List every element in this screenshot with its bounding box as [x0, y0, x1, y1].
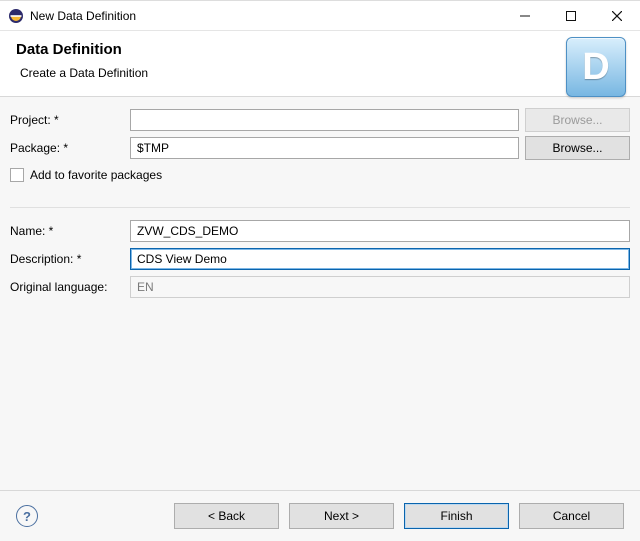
data-definition-icon: D: [566, 37, 626, 97]
footer: ? < Back Next > Finish Cancel: [0, 491, 640, 541]
original-language-input: [130, 276, 630, 298]
row-project: Project: * Browse...: [10, 107, 630, 133]
row-package: Package: * Browse...: [10, 135, 630, 161]
page-title: Data Definition: [16, 41, 624, 58]
wizard-header: Data Definition Create a Data Definition…: [0, 31, 640, 96]
row-description: Description: *: [10, 246, 630, 272]
dialog-window: New Data Definition Data Definition Crea…: [0, 0, 640, 541]
next-button[interactable]: Next >: [289, 503, 394, 529]
package-input[interactable]: [130, 137, 519, 159]
help-icon[interactable]: ?: [16, 505, 38, 527]
form-area: Project: * Browse... Package: * Browse..…: [0, 96, 640, 491]
eclipse-icon: [8, 8, 24, 24]
description-label: Description: *: [10, 252, 130, 266]
original-language-label: Original language:: [10, 280, 130, 294]
row-name: Name: *: [10, 218, 630, 244]
group-location: Project: * Browse... Package: * Browse..…: [10, 105, 630, 193]
back-button[interactable]: < Back: [174, 503, 279, 529]
package-browse-button[interactable]: Browse...: [525, 136, 630, 160]
divider: [10, 207, 630, 208]
page-subtitle: Create a Data Definition: [20, 66, 624, 80]
titlebar: New Data Definition: [0, 1, 640, 31]
finish-button[interactable]: Finish: [404, 503, 509, 529]
maximize-button[interactable]: [548, 1, 594, 31]
project-label: Project: *: [10, 113, 130, 127]
project-browse-button: Browse...: [525, 108, 630, 132]
favorite-label: Add to favorite packages: [30, 168, 162, 182]
row-original-language: Original language:: [10, 274, 630, 300]
close-button[interactable]: [594, 1, 640, 31]
favorite-checkbox[interactable]: [10, 168, 24, 182]
group-definition: Name: * Description: * Original language…: [10, 216, 630, 302]
name-label: Name: *: [10, 224, 130, 238]
project-input[interactable]: [130, 109, 519, 131]
window-title: New Data Definition: [30, 9, 502, 23]
name-input[interactable]: [130, 220, 630, 242]
minimize-button[interactable]: [502, 1, 548, 31]
row-favorite: Add to favorite packages: [10, 163, 630, 187]
package-label: Package: *: [10, 141, 130, 155]
cancel-button[interactable]: Cancel: [519, 503, 624, 529]
description-input[interactable]: [130, 248, 630, 270]
